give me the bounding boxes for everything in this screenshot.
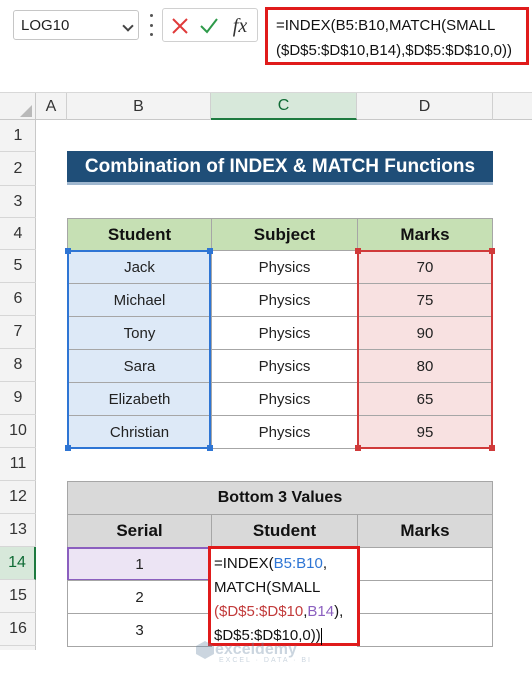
subject-cell[interactable]: Physics <box>211 316 358 350</box>
exceldemy-logo: exceldemy EXCEL · DATA · BI <box>195 640 310 664</box>
insert-function-button[interactable]: fx <box>227 13 253 39</box>
marks-result-cell[interactable] <box>357 580 493 614</box>
student-cell[interactable]: Sara <box>67 349 212 383</box>
logo-tagline: EXCEL · DATA · BI <box>219 657 312 664</box>
marks-cell[interactable]: 65 <box>357 382 493 416</box>
header-marks-2[interactable]: Marks <box>357 514 493 548</box>
row-header-2[interactable]: 2 <box>0 152 36 186</box>
formula-text: ), <box>334 603 344 620</box>
logo-icon <box>196 641 214 659</box>
student-cell[interactable]: Christian <box>67 415 212 449</box>
row-header-16[interactable]: 16 <box>0 613 36 646</box>
serial-cell[interactable]: 3 <box>67 613 212 647</box>
formula-text: , <box>322 555 327 572</box>
row-header-8[interactable]: 8 <box>0 349 36 382</box>
row-header-7[interactable]: 7 <box>0 316 36 349</box>
row-header-column: 1 2 3 4 5 6 7 8 9 10 11 12 13 14 15 16 <box>0 120 36 650</box>
formula-bar: LOG10 fx =INDEX(B5:B10,MATCH(SMALL ($D$5… <box>0 0 532 86</box>
subject-cell[interactable]: Physics <box>211 250 358 284</box>
header-student-2[interactable]: Student <box>211 514 358 548</box>
subject-cell[interactable]: Physics <box>211 283 358 317</box>
row-header-12[interactable]: 12 <box>0 481 36 514</box>
row-header-15[interactable]: 15 <box>0 580 36 613</box>
header-marks[interactable]: Marks <box>357 218 493 251</box>
header-subject[interactable]: Subject <box>211 218 358 251</box>
serial-cell[interactable]: 2 <box>67 580 212 614</box>
student-cell[interactable]: Tony <box>67 316 212 350</box>
header-student[interactable]: Student <box>67 218 212 251</box>
page-title: Combination of INDEX & MATCH Functions <box>67 151 493 185</box>
name-box-value: LOG10 <box>21 17 70 34</box>
row-header-14[interactable]: 14 <box>0 547 36 580</box>
marks-cell[interactable]: 95 <box>357 415 493 449</box>
range-ref-d5-d10: ($D$5:$D$10 <box>214 603 304 620</box>
row-header-9[interactable]: 9 <box>0 382 36 415</box>
marks-cell[interactable]: 90 <box>357 316 493 350</box>
subject-cell[interactable]: Physics <box>211 415 358 449</box>
marks-cell[interactable]: 70 <box>357 250 493 284</box>
column-header-c[interactable]: C <box>211 93 357 120</box>
header-serial[interactable]: Serial <box>67 514 212 548</box>
cancel-icon[interactable] <box>167 13 193 39</box>
marks-cell[interactable]: 80 <box>357 349 493 383</box>
formula-text: MATCH(SMALL <box>214 579 321 596</box>
student-cell[interactable]: Jack <box>67 250 212 284</box>
name-box[interactable]: LOG10 <box>13 10 139 40</box>
formula-text: =INDEX( <box>214 555 274 572</box>
cell-ref-b14: B14 <box>307 603 335 620</box>
row-header-1[interactable]: 1 <box>0 120 36 152</box>
row-header-3[interactable]: 3 <box>0 186 36 218</box>
chevron-down-icon[interactable] <box>122 20 134 32</box>
row-header-5[interactable]: 5 <box>0 250 36 283</box>
range-ref-b5-b10: B5:B10 <box>273 555 323 572</box>
subject-cell[interactable]: Physics <box>211 349 358 383</box>
row-header-11[interactable]: 11 <box>0 448 36 481</box>
formula-line-2: ($D$5:$D$10,B14),$D$5:$D$10,0)) <box>276 42 512 59</box>
active-cell-editor[interactable]: =INDEX(B5:B10, MATCH(SMALL ($D$5:$D$10,B… <box>208 546 360 646</box>
subject-cell[interactable]: Physics <box>211 382 358 416</box>
row-header-6[interactable]: 6 <box>0 283 36 316</box>
formula-buttons: fx <box>162 8 258 42</box>
formula-line-1: =INDEX(B5:B10,MATCH(SMALL <box>276 17 496 34</box>
student-cell[interactable]: Michael <box>67 283 212 317</box>
text-cursor <box>320 627 322 645</box>
student-cell[interactable]: Elizabeth <box>67 382 212 416</box>
bottom-table-title[interactable]: Bottom 3 Values <box>67 481 493 515</box>
column-header-d[interactable]: D <box>357 93 493 120</box>
marks-result-cell[interactable] <box>357 547 493 581</box>
column-header-a[interactable]: A <box>36 93 67 120</box>
column-header-row: A B C D <box>0 92 532 120</box>
marks-result-cell[interactable] <box>357 613 493 647</box>
marks-cell[interactable]: 75 <box>357 283 493 317</box>
check-icon[interactable] <box>196 13 222 39</box>
row-header-4[interactable]: 4 <box>0 218 36 250</box>
formula-input[interactable]: =INDEX(B5:B10,MATCH(SMALL ($D$5:$D$10,B1… <box>265 7 529 65</box>
select-all-button[interactable] <box>0 93 36 120</box>
column-header-b[interactable]: B <box>67 93 211 120</box>
drag-handle-icon[interactable] <box>149 14 153 36</box>
serial-cell[interactable]: 1 <box>67 547 212 581</box>
row-header-13[interactable]: 13 <box>0 514 36 547</box>
row-header-10[interactable]: 10 <box>0 415 36 448</box>
